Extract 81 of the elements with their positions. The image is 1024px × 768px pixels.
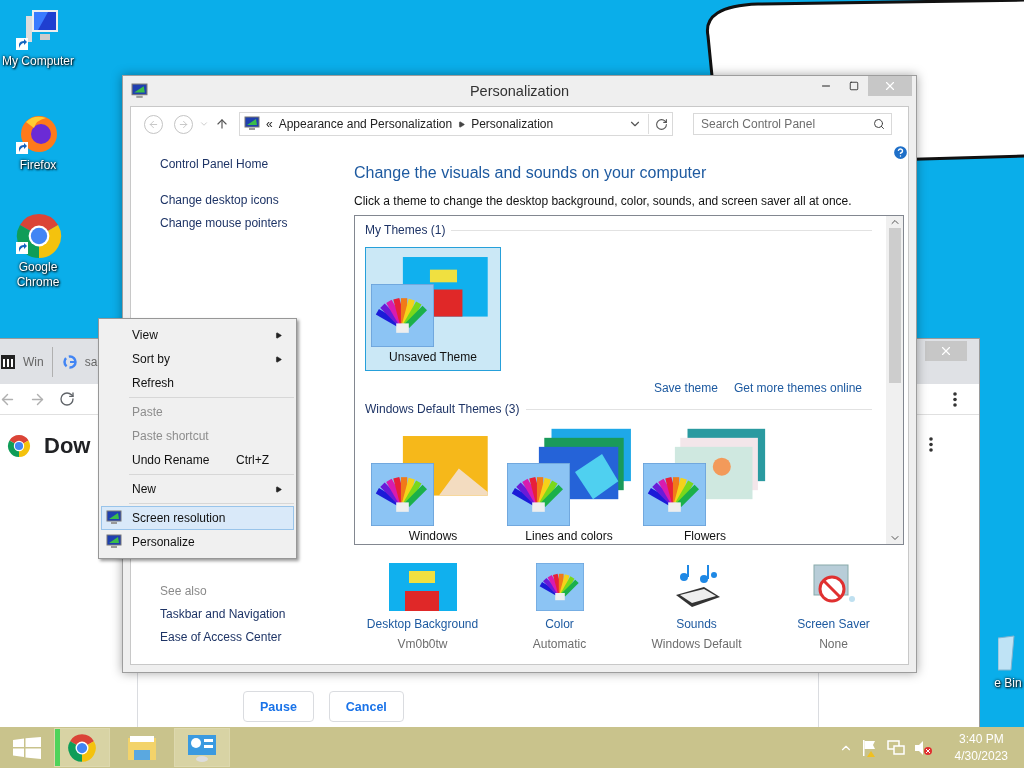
sidebar-link[interactable]: Control Panel Home: [160, 157, 354, 171]
setting-value: Windows Default: [651, 637, 742, 651]
page-heading: Dow: [44, 433, 91, 459]
submenu-arrow-icon: [275, 355, 282, 363]
back-icon: [148, 118, 159, 130]
palette-icon: [371, 463, 434, 526]
control-panel-icon: [244, 116, 260, 132]
see-also-link[interactable]: Taskbar and Navigation: [160, 607, 354, 621]
chrome-shortcut-icon[interactable]: [14, 212, 62, 258]
browser-tab[interactable]: Win: [1, 346, 53, 377]
palette-icon: [371, 284, 434, 347]
theme-link[interactable]: Save theme: [653, 381, 718, 395]
menu-item[interactable]: New: [101, 477, 294, 501]
theme-tile[interactable]: Unsaved Theme: [365, 247, 501, 371]
page-description: Click a theme to change the desktop background, color, sounds, and screen saver all at once.: [354, 194, 853, 208]
monitor-icon: [106, 534, 122, 550]
help-icon[interactable]: [892, 144, 909, 161]
see-also-heading: See also: [160, 584, 208, 598]
setting-value: None: [819, 637, 848, 651]
maximize-icon: [849, 81, 859, 91]
menu-item[interactable]: Undo Rename Ctrl+Z: [101, 448, 294, 472]
setting-link[interactable]: Desktop Background: [366, 617, 479, 631]
reload-button[interactable]: [59, 391, 75, 407]
download-action-button[interactable]: Pause: [243, 691, 314, 722]
setting-link[interactable]: Screen Saver: [797, 617, 870, 631]
page-heading: Change the visuals and sounds on your computer: [354, 163, 708, 183]
address-bar[interactable]: « Appearance and Personalization Personalization: [239, 112, 673, 136]
menu-item[interactable]: View: [101, 323, 294, 347]
submenu-arrow-icon: [275, 331, 282, 339]
close-icon: [883, 79, 897, 93]
refresh-icon[interactable]: [655, 117, 668, 131]
breadcrumb-item[interactable]: Appearance and Personalization: [278, 117, 453, 131]
chrome-icon: [7, 434, 31, 458]
theme-group-heading: Windows Default Themes (3): [365, 402, 520, 416]
more-options-button[interactable]: [929, 437, 933, 452]
forward-icon: [178, 118, 189, 130]
address-overflow-chevron[interactable]: «: [266, 117, 273, 131]
sidebar-link[interactable]: Change desktop icons: [160, 193, 354, 207]
windows-logo-icon: [13, 736, 41, 759]
palette-icon: [643, 463, 706, 526]
taskbar-app-button[interactable]: [174, 728, 230, 767]
theme-tile[interactable]: Flowers: [637, 426, 773, 544]
submenu-arrow-icon: [275, 485, 282, 493]
palette-icon: [507, 463, 570, 526]
building-icon: [1, 354, 15, 369]
see-also-link[interactable]: Ease of Access Center: [160, 630, 354, 644]
more-icon: [929, 437, 933, 452]
close-icon: [939, 344, 953, 358]
browser-menu-button[interactable]: [953, 391, 957, 407]
forward-button[interactable]: [174, 114, 193, 134]
sidebar-link[interactable]: Change mouse pointers: [160, 216, 354, 230]
menu-item[interactable]: Screen resolution: [101, 506, 294, 530]
theme-tile[interactable]: Windows: [365, 426, 501, 544]
setting-link[interactable]: Sounds: [676, 617, 717, 631]
up-button[interactable]: [215, 117, 229, 131]
back-button[interactable]: [144, 114, 163, 134]
folder-icon: [126, 733, 158, 762]
theme-tile[interactable]: Lines and colors: [501, 426, 637, 544]
theme-link[interactable]: Get more themes online: [733, 381, 862, 395]
search-field[interactable]: Search Control Panel: [693, 113, 892, 135]
palette-icon: [535, 563, 584, 611]
control-panel-icon: [186, 732, 218, 763]
setting-link[interactable]: Color: [545, 617, 574, 631]
breadcrumb-item[interactable]: Personalization: [471, 117, 554, 131]
theme-group-heading: My Themes (1): [365, 223, 446, 237]
taskbar-app-button[interactable]: [54, 728, 110, 767]
search-icon[interactable]: [873, 118, 885, 130]
menu-item[interactable]: Personalize: [101, 530, 294, 554]
wallpaper-thumbnail[interactable]: [388, 563, 457, 611]
download-action-button[interactable]: Cancel: [328, 691, 404, 722]
network-icon[interactable]: [886, 738, 905, 757]
scrollbar[interactable]: [886, 216, 903, 544]
window-title: Personalization: [469, 83, 570, 99]
reload-icon: [59, 391, 75, 407]
setting-value: Automatic: [532, 637, 587, 651]
monitor-icon: [106, 510, 122, 526]
window-icon: [131, 82, 148, 100]
chrome-icon: [67, 732, 97, 763]
more-icon: [953, 391, 957, 407]
setting-value: Vm0b0tw: [397, 637, 448, 651]
breadcrumb-arrow-icon[interactable]: [458, 120, 466, 128]
